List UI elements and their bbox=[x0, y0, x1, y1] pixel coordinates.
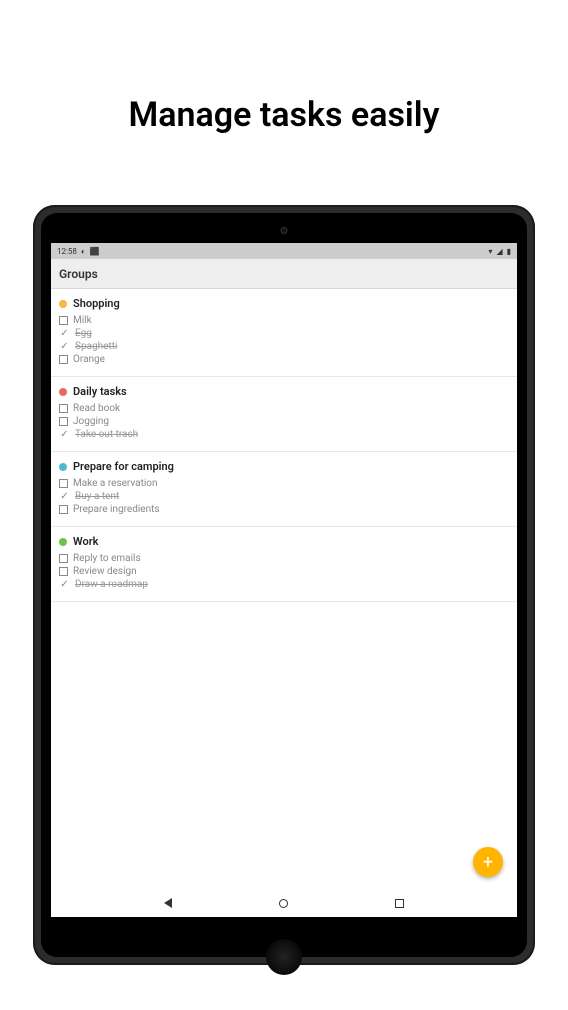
status-icon: ⬛ bbox=[90, 247, 100, 256]
app-header: Groups bbox=[51, 259, 517, 289]
group[interactable]: Daily tasks Read book Jogging✓ Take out tra… bbox=[51, 377, 517, 452]
task-row[interactable]: Make a reservation bbox=[59, 477, 509, 490]
group-header[interactable]: Daily tasks bbox=[59, 385, 509, 398]
group-title: Prepare for camping bbox=[73, 460, 174, 473]
checkmark-icon[interactable]: ✓ bbox=[59, 341, 70, 352]
tablet-frame: 12:58 ◐ ⬛ ▾ ◢ ▮ Groups ShoppingMilk✓Egg✓… bbox=[33, 205, 535, 965]
status-bar-left: 12:58 ◐ ⬛ bbox=[57, 247, 100, 256]
task-label: Spaghetti bbox=[75, 341, 117, 352]
signal-icon: ◢ bbox=[496, 247, 502, 256]
task-row[interactable]: ✓ Draw a roadmap bbox=[59, 578, 509, 591]
app-screen: 12:58 ◐ ⬛ ▾ ◢ ▮ Groups ShoppingMilk✓Egg✓… bbox=[51, 243, 517, 917]
checkmark-icon[interactable]: ✓ bbox=[59, 429, 70, 440]
task-row[interactable]: ✓ Buy a tent bbox=[59, 490, 509, 503]
group-title: Daily tasks bbox=[73, 385, 127, 398]
task-row[interactable]: ✓ Egg bbox=[59, 327, 509, 340]
status-time: 12:58 bbox=[57, 247, 77, 256]
nav-home-icon[interactable] bbox=[279, 899, 288, 908]
group-title: Shopping bbox=[73, 297, 120, 310]
task-label: Read book bbox=[73, 403, 120, 414]
task-row[interactable]: Jogging bbox=[59, 415, 509, 428]
status-bar-right: ▾ ◢ ▮ bbox=[488, 247, 511, 256]
checkbox-icon[interactable] bbox=[59, 505, 68, 514]
task-label: Buy a tent bbox=[75, 491, 119, 502]
nav-recent-icon[interactable] bbox=[395, 899, 404, 908]
group-header[interactable]: Work bbox=[59, 535, 509, 548]
status-icon: ◐ bbox=[81, 247, 86, 256]
task-label: Make a reservation bbox=[73, 478, 158, 489]
task-row[interactable]: Milk bbox=[59, 314, 509, 327]
checkbox-icon[interactable] bbox=[59, 404, 68, 413]
wifi-icon: ▾ bbox=[488, 247, 492, 256]
checkmark-icon[interactable]: ✓ bbox=[59, 328, 70, 339]
group-color-dot bbox=[59, 300, 67, 308]
groups-list[interactable]: ShoppingMilk✓Egg✓SpaghettiOrangeDaily ta… bbox=[51, 289, 517, 917]
task-row[interactable]: Orange bbox=[59, 353, 509, 366]
task-label: Review design bbox=[73, 566, 137, 577]
task-row[interactable]: Prepare ingredients bbox=[59, 503, 509, 516]
task-row[interactable]: Read book bbox=[59, 402, 509, 415]
group-color-dot bbox=[59, 388, 67, 396]
task-label: Milk bbox=[73, 315, 92, 326]
checkbox-icon[interactable] bbox=[59, 355, 68, 364]
task-label: Jogging bbox=[73, 416, 109, 427]
task-label: Take out trash bbox=[75, 429, 138, 440]
checkbox-icon[interactable] bbox=[59, 417, 68, 426]
group-title: Work bbox=[73, 535, 98, 548]
plus-icon: + bbox=[483, 852, 493, 873]
checkbox-icon[interactable] bbox=[59, 554, 68, 563]
checkbox-icon[interactable] bbox=[59, 567, 68, 576]
group[interactable]: ShoppingMilk✓Egg✓SpaghettiOrange bbox=[51, 289, 517, 377]
task-label: Draw a roadmap bbox=[75, 579, 148, 590]
app-header-title: Groups bbox=[59, 267, 98, 281]
android-nav-bar bbox=[51, 889, 517, 917]
task-row[interactable]: ✓ Take out trash bbox=[59, 428, 509, 441]
promo-headline: Manage tasks easily bbox=[129, 95, 440, 135]
task-row[interactable]: ✓ Spaghetti bbox=[59, 340, 509, 353]
task-row[interactable]: Reply to emails bbox=[59, 552, 509, 565]
checkmark-icon[interactable]: ✓ bbox=[59, 579, 70, 590]
checkbox-icon[interactable] bbox=[59, 479, 68, 488]
group-header[interactable]: Shopping bbox=[59, 297, 509, 310]
group-color-dot bbox=[59, 538, 67, 546]
task-label: Prepare ingredients bbox=[73, 504, 160, 515]
task-label: Egg bbox=[75, 328, 92, 339]
nav-back-icon[interactable] bbox=[164, 898, 172, 908]
checkbox-icon[interactable] bbox=[59, 316, 68, 325]
status-bar: 12:58 ◐ ⬛ ▾ ◢ ▮ bbox=[51, 243, 517, 259]
tablet-camera bbox=[281, 227, 288, 234]
task-row[interactable]: Review design bbox=[59, 565, 509, 578]
tablet-home-button bbox=[266, 939, 302, 975]
tablet-inner: 12:58 ◐ ⬛ ▾ ◢ ▮ Groups ShoppingMilk✓Egg✓… bbox=[41, 213, 527, 957]
group-header[interactable]: Prepare for camping bbox=[59, 460, 509, 473]
task-label: Orange bbox=[73, 354, 105, 365]
add-fab-button[interactable]: + bbox=[473, 847, 503, 877]
checkmark-icon[interactable]: ✓ bbox=[59, 491, 70, 502]
group-color-dot bbox=[59, 463, 67, 471]
group[interactable]: Prepare for camping Make a reservation✓ Bu… bbox=[51, 452, 517, 527]
group[interactable]: Work Reply to emails Review design✓ Draw a … bbox=[51, 527, 517, 602]
task-label: Reply to emails bbox=[73, 553, 141, 564]
battery-icon: ▮ bbox=[507, 247, 511, 256]
